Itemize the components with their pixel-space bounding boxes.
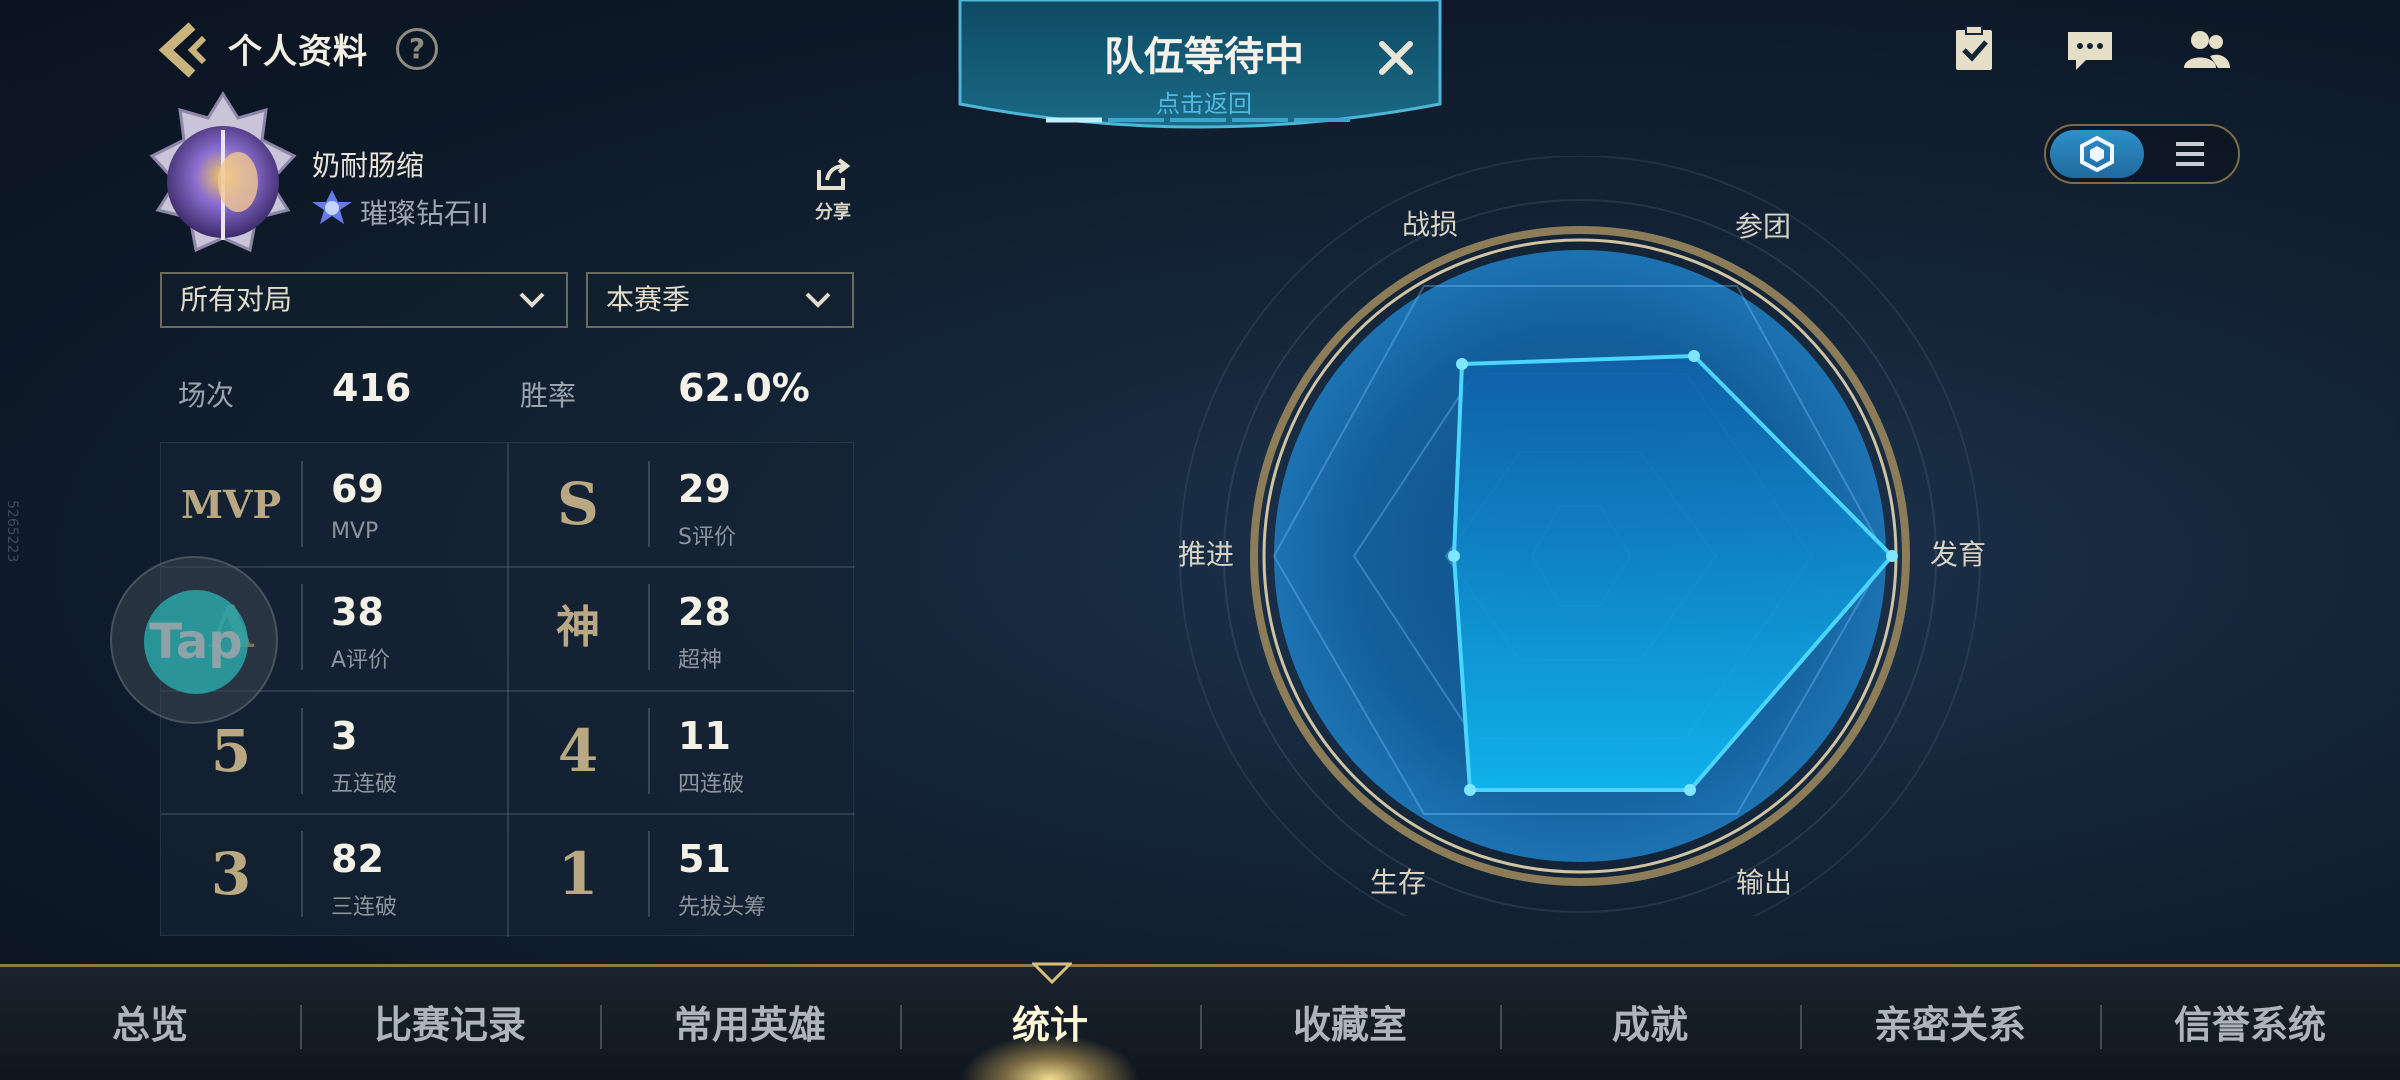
- stat-cell-mvp: MVP 69 MVP: [161, 443, 508, 566]
- radar-point: [1456, 358, 1468, 370]
- watermark-text: 5265223: [4, 500, 20, 563]
- stat-cell-s-rating: S 29 S评价: [508, 443, 855, 566]
- first-blood-icon: 1: [557, 840, 599, 908]
- quadra-kill-icon: 4: [557, 717, 599, 785]
- stat-label: S评价: [678, 525, 736, 550]
- share-button[interactable]: 分享: [808, 156, 858, 224]
- stat-label: A评价: [331, 648, 391, 673]
- stat-label: 超神: [678, 648, 723, 673]
- close-icon[interactable]: [1374, 36, 1418, 80]
- diamond-rank-icon: [312, 190, 352, 224]
- radar-label-farming: 发育: [1930, 538, 1986, 571]
- cell-divider: [301, 584, 303, 670]
- radar-point: [1688, 350, 1700, 362]
- triple-kill-icon: 3: [210, 840, 252, 908]
- stat-label: MVP: [331, 519, 379, 544]
- tab-match-history[interactable]: 比赛记录: [300, 967, 600, 1080]
- page-title: 个人资料: [228, 32, 368, 72]
- radar-label-damage: 输出: [1736, 866, 1792, 899]
- tab-collection[interactable]: 收藏室: [1200, 967, 1500, 1080]
- winrate-value: 62.0%: [678, 366, 810, 410]
- stat-label: 四连破: [678, 772, 745, 797]
- cell-divider: [648, 584, 650, 670]
- radar-point: [1886, 550, 1898, 562]
- stats-grid: MVP 69 MVP S 29 S评价 A 38 A评价 神 28 超神 5 3…: [160, 442, 855, 937]
- radar-point: [1448, 550, 1460, 562]
- tab-common-heroes[interactable]: 常用英雄: [600, 967, 900, 1080]
- share-label: 分享: [815, 202, 851, 223]
- winrate-label: 胜率: [520, 379, 577, 412]
- cell-divider: [648, 461, 650, 547]
- chevron-down-icon: [805, 292, 831, 308]
- rank-name: 璀璨钻石II: [360, 197, 489, 230]
- stat-cell-triple-kill: 3 82 三连破: [161, 813, 508, 936]
- list-icon: [2176, 142, 2204, 166]
- matches-value: 416: [332, 366, 412, 410]
- tab-relationships[interactable]: 亲密关系: [1800, 967, 2100, 1080]
- season-dropdown[interactable]: 本赛季: [586, 272, 854, 328]
- help-icon[interactable]: ?: [396, 28, 438, 70]
- stat-value: 38: [331, 590, 384, 634]
- tab-achievements[interactable]: 成就: [1500, 967, 1800, 1080]
- radar-view-tab[interactable]: [2050, 130, 2144, 178]
- tab-credit-system[interactable]: 信誉系统: [2100, 967, 2400, 1080]
- match-mode-dropdown[interactable]: 所有对局: [160, 272, 568, 328]
- stat-value: 28: [678, 590, 731, 634]
- stat-value: 69: [331, 467, 384, 511]
- stat-cell-quadra-kill: 4 11 四连破: [508, 690, 855, 813]
- radar-point: [1464, 784, 1476, 796]
- tap-label: Tap: [149, 614, 243, 670]
- season-value: 本赛季: [606, 283, 691, 316]
- list-view-tab[interactable]: [2144, 130, 2236, 178]
- cell-divider: [301, 831, 303, 917]
- active-tab-caret-icon: [1032, 962, 1072, 985]
- chat-icon[interactable]: [2064, 24, 2116, 76]
- task-icon[interactable]: [1948, 24, 2000, 76]
- view-toggle[interactable]: [2044, 124, 2240, 184]
- stat-label: 先拔头筹: [678, 895, 767, 920]
- stat-cell-first-blood: 1 51 先拔头筹: [508, 813, 855, 936]
- stat-value: 51: [678, 837, 731, 881]
- radar-label-damage-taken: 战损: [1402, 208, 1458, 241]
- radar-chart: 战损 参团 发育 输出 生存 推进: [1178, 156, 1986, 916]
- cell-divider: [648, 708, 650, 794]
- cell-divider: [301, 708, 303, 794]
- tab-overview[interactable]: 总览: [0, 967, 300, 1080]
- queue-return-link[interactable]: 点击返回: [1100, 84, 1308, 119]
- floating-tap-button[interactable]: Tap: [110, 556, 278, 724]
- hexagon-icon: [2080, 135, 2114, 173]
- stat-cell-godlike: 神 28 超神: [508, 566, 855, 689]
- stat-value: 3: [331, 714, 358, 758]
- godlike-icon: 神: [556, 602, 600, 653]
- s-rating-icon: S: [557, 470, 599, 538]
- stat-label: 三连破: [331, 895, 398, 920]
- avatar[interactable]: [138, 90, 308, 270]
- bottom-nav: 总览 比赛记录 常用英雄 统计 收藏室 成就 亲密关系 信誉系统: [0, 964, 2400, 1080]
- stat-label: 五连破: [331, 772, 398, 797]
- stat-value: 82: [331, 837, 384, 881]
- radar-label-teamfight: 参团: [1735, 210, 1791, 243]
- active-tab-glow: [960, 1034, 1140, 1080]
- stat-value: 29: [678, 467, 731, 511]
- cell-divider: [648, 831, 650, 917]
- radar-label-survival: 生存: [1370, 866, 1426, 899]
- share-icon: [817, 158, 851, 190]
- stat-value: 11: [678, 714, 731, 758]
- radar-label-push: 推进: [1178, 538, 1234, 571]
- radar-point: [1684, 784, 1696, 796]
- back-arrow-icon[interactable]: [152, 20, 212, 80]
- match-mode-value: 所有对局: [180, 283, 293, 316]
- player-name: 奶耐肠缩: [312, 149, 425, 182]
- chevron-down-icon: [519, 292, 545, 308]
- matches-label: 场次: [178, 379, 235, 412]
- mvp-icon: MVP: [180, 482, 282, 527]
- friends-icon[interactable]: [2180, 24, 2232, 76]
- queue-title: 队伍等待中: [1104, 34, 1304, 80]
- cell-divider: [301, 461, 303, 547]
